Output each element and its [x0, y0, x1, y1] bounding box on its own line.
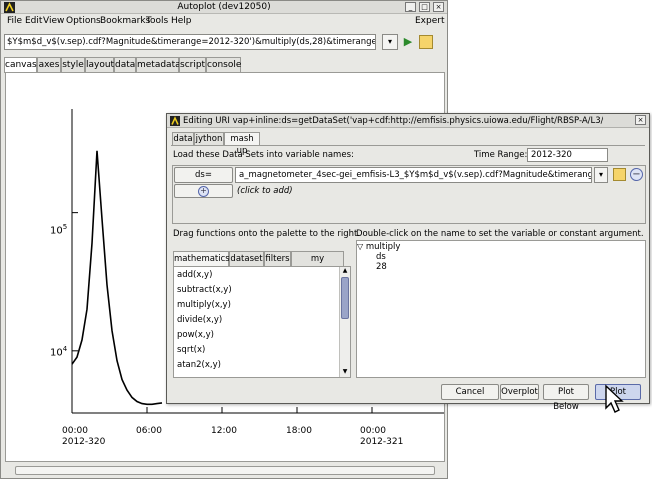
- window-title: Autoplot (dev12050): [177, 2, 271, 12]
- horizontal-scrollbar[interactable]: [15, 466, 435, 475]
- function-item[interactable]: subtract(x,y): [177, 283, 232, 298]
- scroll-down-icon[interactable]: ▼: [340, 368, 350, 376]
- menu-file[interactable]: File: [7, 14, 22, 28]
- load-datasets-label: Load these Data Sets into variable names…: [173, 150, 354, 160]
- menu-view[interactable]: View: [43, 14, 64, 28]
- play-icon[interactable]: ▶: [401, 35, 415, 49]
- folder-icon[interactable]: [613, 168, 626, 181]
- close-icon[interactable]: ×: [433, 2, 444, 12]
- expression-tree-panel[interactable]: [356, 240, 646, 378]
- tree-child-ds[interactable]: ds: [376, 252, 386, 262]
- x-tick-label-0: 00:00 2012-320: [62, 426, 106, 447]
- drag-functions-hint: Drag functions onto the palette to the r…: [173, 229, 361, 239]
- folder-icon[interactable]: [419, 35, 433, 49]
- tab-script[interactable]: script: [179, 57, 206, 72]
- double-click-hint: Double-click on the name to set the vari…: [356, 229, 644, 239]
- menu-edit[interactable]: Edit: [25, 14, 42, 28]
- menu-options[interactable]: Options: [66, 14, 101, 28]
- tab-filters[interactable]: filters: [264, 251, 291, 266]
- menu-bookmarks[interactable]: Bookmarks: [100, 14, 150, 28]
- tree-root-label: multiply: [365, 242, 401, 252]
- minimize-icon[interactable]: _: [405, 2, 416, 12]
- variable-name-button[interactable]: ds=: [174, 167, 233, 183]
- mouse-pointer-icon: [605, 384, 624, 413]
- tab-layout[interactable]: layout: [85, 57, 114, 72]
- tab-my-functions[interactable]: my functions: [291, 251, 344, 278]
- x-tick-label-2: 12:00: [211, 426, 237, 436]
- dataset-uri-input[interactable]: a_magnetometer_4sec-gei_emfisis-L3_$Y$m$…: [235, 167, 592, 183]
- chevron-down-icon[interactable]: ▾: [594, 167, 608, 183]
- tab-mash-up[interactable]: mash up: [224, 132, 260, 156]
- function-item[interactable]: atan2(x,y): [177, 358, 221, 373]
- plus-icon: +: [198, 186, 209, 197]
- x-tick-label-3: 18:00: [286, 426, 312, 436]
- chevron-down-icon[interactable]: ▾: [382, 34, 398, 50]
- tab-mathematics[interactable]: mathematics: [173, 251, 230, 266]
- x-tick-label-4: 00:00 2012-321: [360, 426, 404, 447]
- dialog-title-bar: Editing URI vap+inline:ds=getDataSet('va…: [167, 114, 649, 128]
- y-tick-label-1e5: 105: [50, 223, 68, 237]
- add-variable-button[interactable]: +: [174, 184, 233, 198]
- autoplot-logo-icon: [170, 116, 180, 126]
- tab-data[interactable]: data: [114, 57, 136, 72]
- series-line: [71, 150, 163, 406]
- tab-data[interactable]: data: [172, 132, 194, 145]
- click-to-add-hint: (click to add): [237, 186, 293, 196]
- title-bar: Autoplot (dev12050) _ □ ×: [1, 1, 447, 14]
- y-tick-label-1e4: 104: [50, 345, 68, 359]
- tree-child-constant[interactable]: 28: [376, 262, 387, 272]
- function-item[interactable]: multiply(x,y): [177, 298, 231, 313]
- tab-style[interactable]: style: [61, 57, 85, 72]
- maximize-icon[interactable]: □: [419, 2, 430, 12]
- tree-root[interactable]: ▽ multiply: [357, 242, 400, 252]
- scroll-up-icon[interactable]: ▲: [340, 267, 350, 275]
- functions-scrollbar[interactable]: ▲ ▼: [339, 267, 350, 377]
- scrollbar-thumb[interactable]: [341, 277, 349, 319]
- dialog-title: Editing URI vap+inline:ds=getDataSet('va…: [183, 116, 603, 126]
- edit-uri-dialog: Editing URI vap+inline:ds=getDataSet('va…: [166, 113, 650, 412]
- tab-dataset[interactable]: dataset: [229, 251, 264, 266]
- tab-canvas[interactable]: canvas: [4, 57, 37, 73]
- plot-below-button[interactable]: Plot Below: [543, 384, 589, 412]
- time-range-label: Time Range:: [474, 150, 528, 160]
- menu-bar: File Edit View Options Bookmarks Tools H…: [1, 14, 447, 28]
- expert-menu[interactable]: Expert: [415, 14, 445, 28]
- cancel-button[interactable]: Cancel: [441, 384, 499, 400]
- tab-divider: [171, 145, 645, 146]
- tab-console[interactable]: console: [206, 57, 241, 72]
- function-item[interactable]: sqrt(x): [177, 343, 205, 358]
- function-item[interactable]: pow(x,y): [177, 328, 214, 343]
- menu-help[interactable]: Help: [171, 14, 192, 28]
- function-item[interactable]: add(x,y): [177, 268, 212, 283]
- tree-expand-icon[interactable]: ▽: [357, 242, 363, 251]
- function-item[interactable]: divide(x,y): [177, 313, 222, 328]
- overplot-button[interactable]: Overplot: [500, 384, 539, 400]
- x-tick-label-1: 06:00: [136, 426, 162, 436]
- remove-icon[interactable]: −: [630, 168, 643, 181]
- tab-metadata[interactable]: metadata: [136, 57, 181, 72]
- time-range-input[interactable]: 2012-320: [527, 148, 608, 162]
- menu-tools[interactable]: Tools: [146, 14, 168, 28]
- tab-axes[interactable]: axes: [37, 57, 61, 72]
- tab-jython[interactable]: jython: [194, 132, 224, 145]
- uri-input[interactable]: $Y$m$d_v$(v.sep).cdf?Magnitude&timerange…: [4, 34, 376, 50]
- close-icon[interactable]: ×: [635, 115, 646, 125]
